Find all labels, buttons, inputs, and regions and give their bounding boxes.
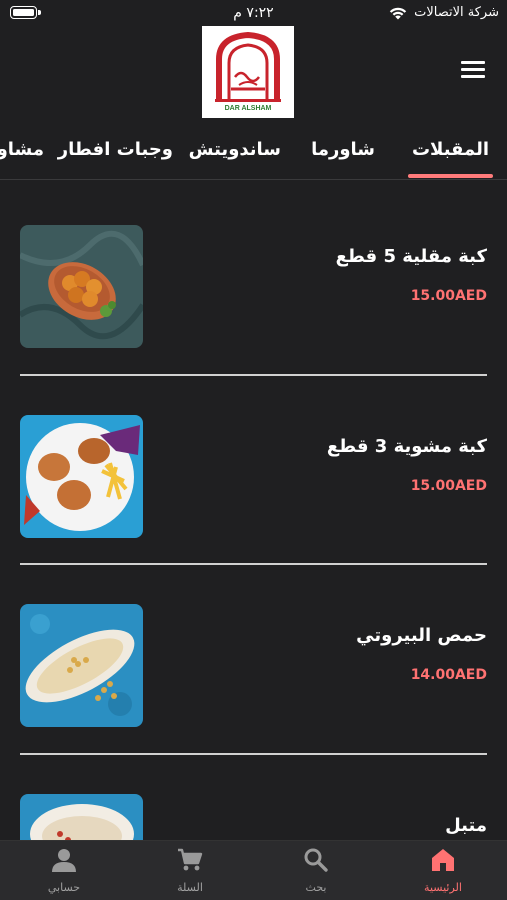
- tab-breakfast[interactable]: وجبات افطار: [58, 139, 173, 160]
- logo-emblem-icon: [215, 31, 281, 102]
- home-icon: [432, 849, 454, 871]
- item-name: كبة مشوية 3 قطع: [326, 436, 487, 457]
- nav-search[interactable]: بحث: [266, 847, 366, 894]
- list-item[interactable]: حمص البيروتي 14.00AED: [20, 559, 487, 749]
- cart-icon: [178, 848, 203, 871]
- item-name: كبة مقلية 5 قطع: [335, 246, 487, 267]
- nav-cart-label: السلة: [177, 881, 203, 894]
- list-item[interactable]: كبة مشوية 3 قطع 15.00AED: [20, 370, 487, 560]
- bottom-nav: الرئيسية بحث السلة حسابي: [0, 840, 507, 900]
- nav-home[interactable]: الرئيسية: [393, 847, 493, 894]
- status-bar: ٧:٢٢ م شركة الاتصالات: [0, 0, 507, 28]
- item-image: [20, 415, 143, 538]
- restaurant-logo: DAR ALSHAM: [202, 26, 294, 118]
- menu-list: كبة مقلية 5 قطع 15.00AED كبة مشوية 3 قطع…: [0, 180, 507, 840]
- list-item[interactable]: متبل: [20, 749, 487, 840]
- carrier-group: شركة الاتصالات: [388, 5, 499, 20]
- item-image: [20, 225, 143, 348]
- hamburger-menu-icon[interactable]: [461, 61, 485, 81]
- nav-cart[interactable]: السلة: [140, 847, 240, 894]
- item-price: 15.00AED: [410, 288, 487, 304]
- item-image: [20, 604, 143, 727]
- user-icon: [52, 849, 76, 872]
- item-name: متبل: [445, 815, 487, 836]
- wifi-icon: [389, 7, 407, 19]
- item-name: حمص البيروتي: [356, 625, 487, 646]
- search-icon: [304, 848, 328, 872]
- item-price: 15.00AED: [410, 478, 487, 494]
- nav-home-label: الرئيسية: [424, 881, 462, 894]
- tab-grills[interactable]: مشاوي: [0, 139, 44, 160]
- item-image: [20, 794, 143, 840]
- logo-text: DAR ALSHAM: [224, 105, 272, 112]
- tab-appetizers[interactable]: المقبلات: [407, 139, 494, 178]
- category-tabs: المقبلات شاورما ساندويتش وجبات افطار مشا…: [0, 128, 507, 180]
- item-price: 14.00AED: [410, 667, 487, 683]
- nav-search-label: بحث: [305, 881, 327, 894]
- tab-sandwiches[interactable]: ساندويتش: [189, 139, 281, 160]
- nav-account-label: حسابي: [47, 881, 81, 894]
- carrier-name: شركة الاتصالات: [414, 5, 499, 20]
- list-item[interactable]: كبة مقلية 5 قطع 15.00AED: [20, 180, 487, 370]
- nav-account[interactable]: حسابي: [14, 847, 114, 894]
- tab-shawarma[interactable]: شاورما: [311, 139, 375, 160]
